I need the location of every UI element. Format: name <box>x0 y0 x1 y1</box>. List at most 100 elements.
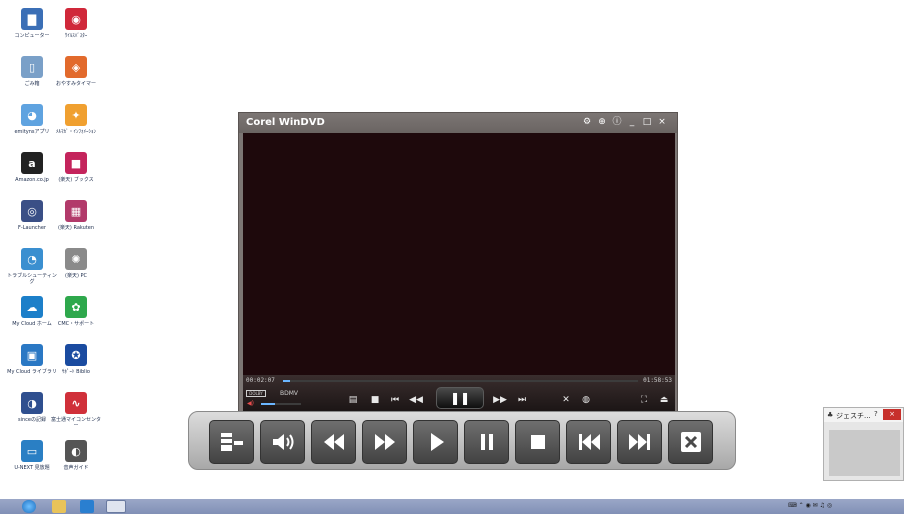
desktop-app-icon: ∿ <box>65 392 87 414</box>
next-chapter-button[interactable] <box>617 420 662 464</box>
desktop-app-icon: ▭ <box>21 440 43 462</box>
desktop-icon-label: CMC・サポート <box>57 321 95 327</box>
desktop-app-icon: ✺ <box>65 248 87 270</box>
menu-toggle-button[interactable] <box>209 420 254 464</box>
play-icon <box>430 433 444 451</box>
eject-icon[interactable]: ⏏ <box>657 394 671 406</box>
desktop-icon-label: ﾒﾙﾏｶﾞ・ｲﾝﾌｫﾒｰｼｮﾝ <box>55 129 96 135</box>
move-icon[interactable]: ⊕ <box>597 117 607 128</box>
desktop-icon[interactable]: ✦ ﾒﾙﾏｶﾞ・ｲﾝﾌｫﾒｰｼｮﾝ <box>50 104 102 135</box>
desktop-icon[interactable]: ▦ (楽天) Rakuten <box>50 200 102 231</box>
close-icon[interactable]: × <box>657 117 667 128</box>
fast-forward-icon <box>374 434 395 450</box>
desktop-icon[interactable]: ✪ ｻﾎﾟｰﾄ Biblio <box>50 344 102 375</box>
desktop-icon-label: ｻﾎﾟｰﾄ Biblio <box>62 369 90 375</box>
volume-icon <box>272 434 293 450</box>
previous-chapter-button[interactable] <box>566 420 611 464</box>
volume-fill <box>261 403 275 405</box>
format-label: BDMV <box>280 390 299 397</box>
desktop-app-icon: ◑ <box>21 392 43 414</box>
progress-fill <box>283 380 291 382</box>
desktop-icon[interactable]: ✺ (楽天) PC <box>50 248 102 279</box>
volume-button[interactable] <box>260 420 305 464</box>
play-button[interactable] <box>413 420 458 464</box>
menu-toggle-icon <box>220 433 243 451</box>
progress-bar[interactable] <box>283 380 638 382</box>
gesture-titlebar[interactable]: ♣ ジェスチ... ? × <box>824 408 903 422</box>
desktop-icon-label: (楽天) PC <box>65 273 87 279</box>
pause-button[interactable]: ❚❚ <box>436 387 484 409</box>
player-window: Corel WinDVD ⚙ ⊕ ⓘ _ □ × 00:02:07 01:58:… <box>238 112 678 414</box>
desktop-app-icon: ☁ <box>21 296 43 318</box>
total-time: 01:58:53 <box>643 377 672 384</box>
system-tray[interactable]: ⌨ ⌃ ◉ ✉ ♫ ◎ <box>788 502 832 511</box>
desktop-app-icon: ✿ <box>65 296 87 318</box>
volume-slider[interactable] <box>261 403 301 405</box>
desktop-app-icon: ◈ <box>65 56 87 78</box>
desktop-app-icon: ▯ <box>21 56 43 78</box>
mute-icon[interactable]: ◀) <box>247 400 254 407</box>
window-title: Corel WinDVD <box>246 117 325 128</box>
fast-forward-icon[interactable]: ▶▶ <box>493 394 507 406</box>
close-icon <box>680 432 701 452</box>
pause-button-large[interactable] <box>464 420 509 464</box>
menu-icon[interactable]: ▤ <box>346 394 360 406</box>
taskbar: ⌨ ⌃ ◉ ✉ ♫ ◎ <box>0 499 904 514</box>
rewind-button[interactable] <box>311 420 356 464</box>
settings-icon[interactable]: ⚙ <box>582 117 592 128</box>
desktop-app-icon: ■ <box>65 152 87 174</box>
desktop-icon-label: (楽天) ブックス <box>58 177 94 183</box>
player-titlebar[interactable]: Corel WinDVD ⚙ ⊕ ⓘ _ □ × <box>239 113 677 133</box>
pause-icon <box>480 434 493 450</box>
desktop-icon-label: 富士通マイコンセンター <box>50 417 101 429</box>
dolby-badge: DOLBY <box>246 390 266 397</box>
desktop-app-icon: ✦ <box>65 104 87 126</box>
desktop-icon-label: おやすみタイマー <box>55 81 96 87</box>
desktop-app-icon: ◎ <box>21 200 43 222</box>
gesture-close-button[interactable]: × <box>883 409 901 420</box>
mail-taskbar-icon[interactable] <box>80 500 94 513</box>
desktop-icon-label: (楽天) Rakuten <box>57 225 95 231</box>
desktop-app-icon: a <box>21 152 43 174</box>
previous-icon[interactable]: ⏮ <box>388 394 402 406</box>
desktop-icon-label: 音声ガイド <box>63 465 89 471</box>
desktop-icon[interactable]: ◈ おやすみタイマー <box>50 56 102 87</box>
stop-icon <box>530 435 545 449</box>
rewind-icon <box>323 434 344 450</box>
desktop-icon[interactable]: ✿ CMC・サポート <box>50 296 102 327</box>
desktop-app-icon: ▣ <box>21 344 43 366</box>
gesture-title: ジェスチ... <box>836 412 871 420</box>
info-icon[interactable]: ⓘ <box>612 117 622 128</box>
desktop-app-icon: ◉ <box>65 8 87 30</box>
desktop-icon[interactable]: ■ (楽天) ブックス <box>50 152 102 183</box>
gesture-pad[interactable] <box>829 430 900 476</box>
help-icon[interactable]: ? <box>874 410 878 418</box>
stop-icon[interactable]: ■ <box>368 394 382 406</box>
desktop-app-icon: ▇ <box>21 8 43 30</box>
desktop-icon[interactable]: ◐ 音声ガイド <box>50 440 102 471</box>
ie-taskbar-icon[interactable] <box>22 500 36 513</box>
video-area[interactable] <box>243 133 675 389</box>
previous-chapter-icon <box>578 434 600 450</box>
maximize-icon[interactable]: □ <box>642 117 652 128</box>
desktop-icon[interactable]: ∿ 富士通マイコンセンター <box>50 392 102 429</box>
gesture-window: ♣ ジェスチ... ? × <box>823 407 904 481</box>
windvd-taskbar-icon[interactable] <box>106 500 126 513</box>
next-chapter-icon <box>628 434 650 450</box>
minimize-icon[interactable]: _ <box>627 117 637 128</box>
desktop-app-icon: ◔ <box>21 248 43 270</box>
audio-settings-icon[interactable]: ◍ <box>579 394 593 406</box>
next-icon[interactable]: ⏭ <box>515 394 529 406</box>
rewind-icon[interactable]: ◀◀ <box>409 394 423 406</box>
current-time: 00:02:07 <box>246 377 275 384</box>
gesture-app-icon: ♣ <box>827 411 834 419</box>
close-toolbar-button[interactable] <box>668 420 713 464</box>
explorer-taskbar-icon[interactable] <box>52 500 66 513</box>
desktop-app-icon: ▦ <box>65 200 87 222</box>
stop-button[interactable] <box>515 420 560 464</box>
desktop-icon[interactable]: ◉ ｳｲﾙｽﾊﾞｽﾀｰ <box>50 8 102 39</box>
fast-forward-button[interactable] <box>362 420 407 464</box>
tools-icon[interactable]: ✕ <box>559 394 573 406</box>
fullscreen-icon[interactable]: ⛶ <box>637 394 651 406</box>
desktop-app-icon: ◕ <box>21 104 43 126</box>
